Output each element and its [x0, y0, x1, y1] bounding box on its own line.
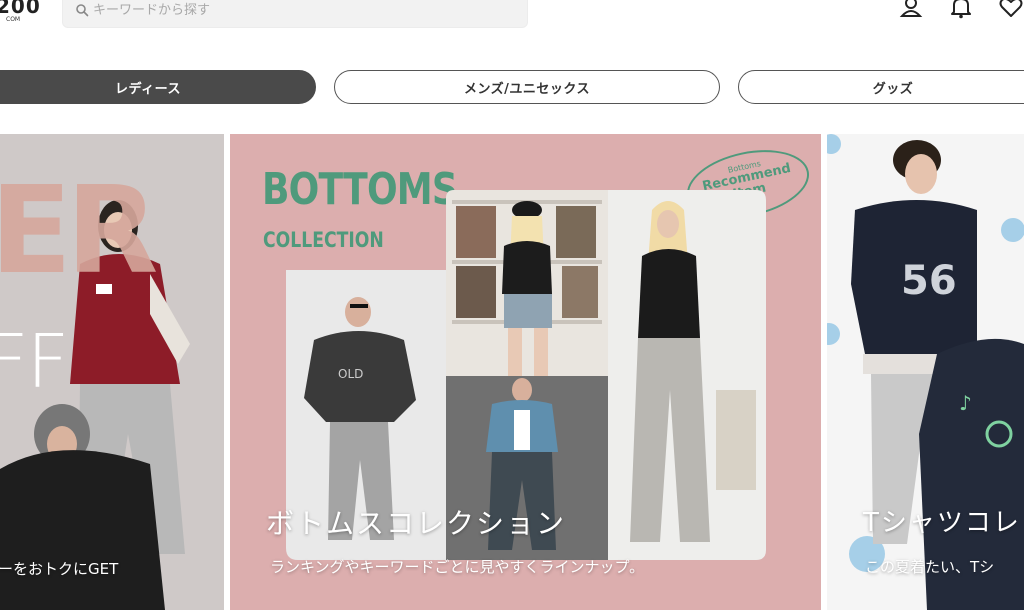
banner-outer-big-text-mid: FF — [0, 319, 69, 405]
search-icon — [76, 4, 89, 17]
tab-label: メンズ/ユニセックス — [463, 81, 591, 97]
banner-tshirt-collection[interactable]: 56 ♪ Tシャツコレ この夏着たい、Tシ — [827, 134, 1024, 610]
tab-ladies[interactable]: レディース — [0, 70, 316, 104]
tab-label: レディース — [115, 81, 181, 97]
search-input[interactable] — [93, 0, 513, 20]
banner-outer-subtitle: ーをおトクにGET — [0, 560, 119, 578]
bell-icon — [951, 0, 971, 19]
banner-outer-sale[interactable]: ER FF ーをおトクにGET — [0, 134, 224, 610]
tab-label: グッズ — [872, 81, 914, 97]
tshirt-print-number: 56 — [901, 258, 957, 304]
banner-bottoms-title: ボトムスコレクション — [266, 507, 567, 540]
tab-mens-unisex[interactable]: メンズ/ユニセックス — [334, 70, 720, 104]
banner-bottoms-collection[interactable]: BOTTOMS COLLECTION Bottoms Recommend Ite… — [230, 134, 821, 610]
heart-icon[interactable] — [998, 0, 1024, 20]
notification-button[interactable] — [948, 0, 974, 20]
banner-carousel: ER FF ーをおトクにGET BOTTOMS COLLECTION Botto… — [0, 134, 1024, 610]
banner-tshirt-subtitle: この夏着たい、Tシ — [865, 558, 995, 576]
banner-bottoms-subtitle: ランキングやキーワードごとに見やすくラインナップ。 — [270, 558, 645, 576]
header: 200 COM — [0, 0, 1024, 40]
svg-text:OLD: OLD — [338, 367, 363, 381]
banner-outer-big-text-top: ER — [0, 162, 158, 301]
search-box[interactable] — [62, 0, 528, 28]
page: 200 COM レディース メンズ/ユニセックス グッズ — [0, 0, 1024, 614]
svg-text:♪: ♪ — [959, 391, 972, 415]
user-icon[interactable] — [898, 0, 924, 20]
logo-sub: COM — [6, 16, 21, 23]
tab-goods[interactable]: グッズ — [738, 70, 1024, 104]
category-tabs: レディース メンズ/ユニセックス グッズ — [0, 70, 1024, 106]
banner-tshirt-title: Tシャツコレ — [863, 508, 1021, 538]
